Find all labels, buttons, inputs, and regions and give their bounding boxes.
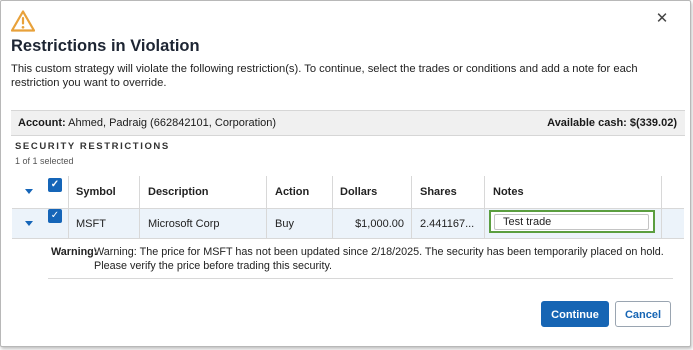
column-header-action[interactable]: Action	[275, 176, 309, 208]
divider	[48, 278, 673, 279]
column-header-description[interactable]: Description	[148, 176, 209, 208]
cell-description: Microsoft Corp	[148, 217, 220, 230]
column-header-notes[interactable]: Notes	[493, 176, 524, 208]
cancel-button[interactable]: Cancel	[615, 301, 671, 327]
available-cash-label: Available cash:	[547, 117, 627, 129]
continue-button[interactable]: Continue	[541, 301, 609, 327]
notes-field-highlight	[489, 210, 655, 233]
account-label: Account:	[18, 117, 66, 129]
row-expand-caret-icon[interactable]	[25, 221, 33, 226]
cell-action: Buy	[275, 217, 294, 230]
account-bar: Account: Ahmed, Padraig (662842101, Corp…	[11, 110, 685, 136]
column-header-dollars[interactable]: Dollars	[340, 176, 377, 208]
column-header-symbol[interactable]: Symbol	[76, 176, 116, 208]
expand-all-caret-icon[interactable]	[25, 189, 33, 194]
selected-count: 1 of 1 selected	[15, 156, 74, 166]
close-icon[interactable]: ✕	[652, 9, 672, 29]
table-header-row: ✓ Symbol Description Action Dollars Shar…	[12, 176, 684, 209]
row-checkbox[interactable]: ✓	[48, 209, 62, 223]
warning-label: Warning:	[51, 246, 98, 258]
available-cash-value: $(339.02)	[629, 117, 677, 129]
restrictions-dialog: ✕ Restrictions in Violation This custom …	[0, 0, 691, 347]
cell-symbol: MSFT	[76, 217, 106, 230]
dialog-intro-text: This custom strategy will violate the fo…	[11, 63, 638, 89]
available-cash: Available cash: $(339.02)	[547, 111, 677, 135]
column-header-shares[interactable]: Shares	[420, 176, 457, 208]
warning-text: Warning: The price for MSFT has not been…	[94, 246, 664, 272]
dialog-title: Restrictions in Violation	[11, 37, 200, 55]
table-row[interactable]: ✓ MSFT Microsoft Corp Buy $1,000.00 2.44…	[12, 209, 684, 239]
security-restrictions-table: ✓ Symbol Description Action Dollars Shar…	[12, 176, 684, 239]
warning-triangle-icon	[10, 10, 36, 32]
cell-dollars: $1,000.00	[355, 217, 404, 230]
account-info: Account: Ahmed, Padraig (662842101, Corp…	[18, 111, 276, 135]
section-title: SECURITY RESTRICTIONS	[15, 141, 170, 152]
notes-input[interactable]	[494, 214, 649, 230]
select-all-checkbox[interactable]: ✓	[48, 178, 62, 192]
cell-shares: 2.441167...	[420, 217, 475, 230]
account-value: Ahmed, Padraig (662842101, Corporation)	[68, 117, 277, 129]
